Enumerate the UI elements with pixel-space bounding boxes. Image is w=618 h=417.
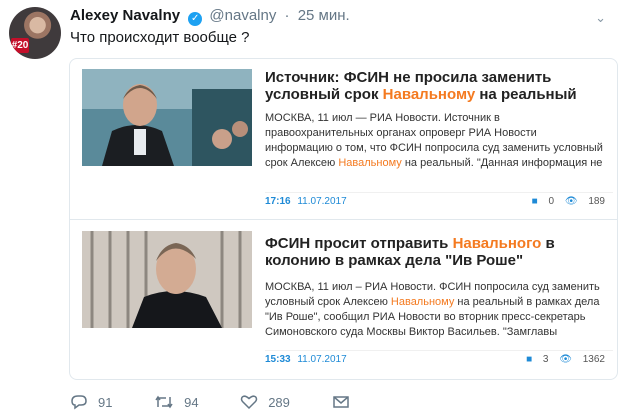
direct-message-button[interactable]: [332, 394, 360, 410]
avatar-badge: #20: [11, 38, 29, 53]
divider: [70, 219, 617, 220]
tweet-time[interactable]: 25 мин.: [298, 7, 350, 24]
headline-highlight: Навальному: [382, 86, 476, 103]
author-name[interactable]: Alexey Navalny: [70, 7, 180, 24]
tweet-header: Alexey Navalny ✓ @navalny · 25 мин.: [70, 7, 350, 26]
comments-icon: ■: [526, 354, 533, 365]
article-snippet: МОСКВА, 11 июл — РИА Новости. Источник в…: [265, 111, 605, 171]
tweet-actions: 91 94 289: [70, 393, 398, 410]
headline-highlight: Навального: [452, 235, 542, 252]
news-article[interactable]: ФСИН просит отправить Навального в колон…: [70, 221, 617, 379]
article-meta: 17:16 11.07.2017 ■ 0 👁 189: [265, 192, 613, 210]
embedded-screenshot[interactable]: Источник: ФСИН не просила заменить услов…: [69, 58, 618, 380]
views-count: 189: [588, 196, 605, 207]
article-snippet: МОСКВА, 11 июл – РИА Новости. ФСИН попро…: [265, 280, 605, 340]
views-count: 1362: [582, 354, 605, 365]
reply-button[interactable]: 91: [70, 394, 112, 410]
headline-text: ФСИН просит отправить: [265, 235, 453, 252]
tweet-text: Что происходит вообще ?: [70, 29, 250, 46]
like-button[interactable]: 289: [240, 394, 290, 410]
headline-text: на реальный: [475, 86, 577, 103]
retweet-button[interactable]: 94: [154, 394, 199, 410]
article-time: 15:33: [265, 354, 291, 365]
separator-dot: ·: [284, 7, 290, 24]
article-time: 17:16: [265, 196, 291, 207]
snippet-highlight: Навальному: [338, 157, 402, 169]
article-photo: [82, 231, 252, 328]
reply-count: 91: [98, 394, 113, 410]
article-stats: ■ 0 👁 189: [524, 196, 605, 207]
article-date: 11.07.2017: [297, 354, 347, 365]
comments-icon: ■: [531, 196, 538, 207]
comments-count: 0: [548, 196, 555, 207]
article-stats: ■ 3 👁 1362: [518, 354, 605, 365]
article-meta: 15:33 11.07.2017 ■ 3 👁 1362: [265, 350, 613, 368]
retweet-count: 94: [184, 394, 199, 410]
more-options-chevron-icon[interactable]: ⌄: [595, 10, 606, 26]
snippet-text: на реальный. "Данная информация не: [401, 157, 603, 169]
article-date: 11.07.2017: [297, 196, 347, 207]
article-photo: [82, 69, 252, 166]
article-headline[interactable]: ФСИН просит отправить Навального в колон…: [265, 235, 605, 269]
author-handle[interactable]: @navalny: [209, 7, 276, 24]
like-count: 289: [268, 394, 290, 410]
reply-icon: [71, 394, 87, 410]
heart-icon: [240, 395, 258, 409]
views-eye-icon: 👁: [559, 354, 572, 365]
verified-badge-icon: ✓: [188, 12, 203, 26]
retweet-icon: [155, 395, 173, 408]
views-eye-icon: 👁: [564, 196, 578, 207]
news-article[interactable]: Источник: ФСИН не просила заменить услов…: [70, 59, 617, 217]
comments-count: 3: [542, 354, 549, 365]
avatar[interactable]: #20: [9, 7, 61, 59]
envelope-icon: [332, 395, 349, 408]
snippet-highlight: Навальному: [390, 296, 455, 308]
article-headline[interactable]: Источник: ФСИН не просила заменить услов…: [265, 69, 605, 103]
